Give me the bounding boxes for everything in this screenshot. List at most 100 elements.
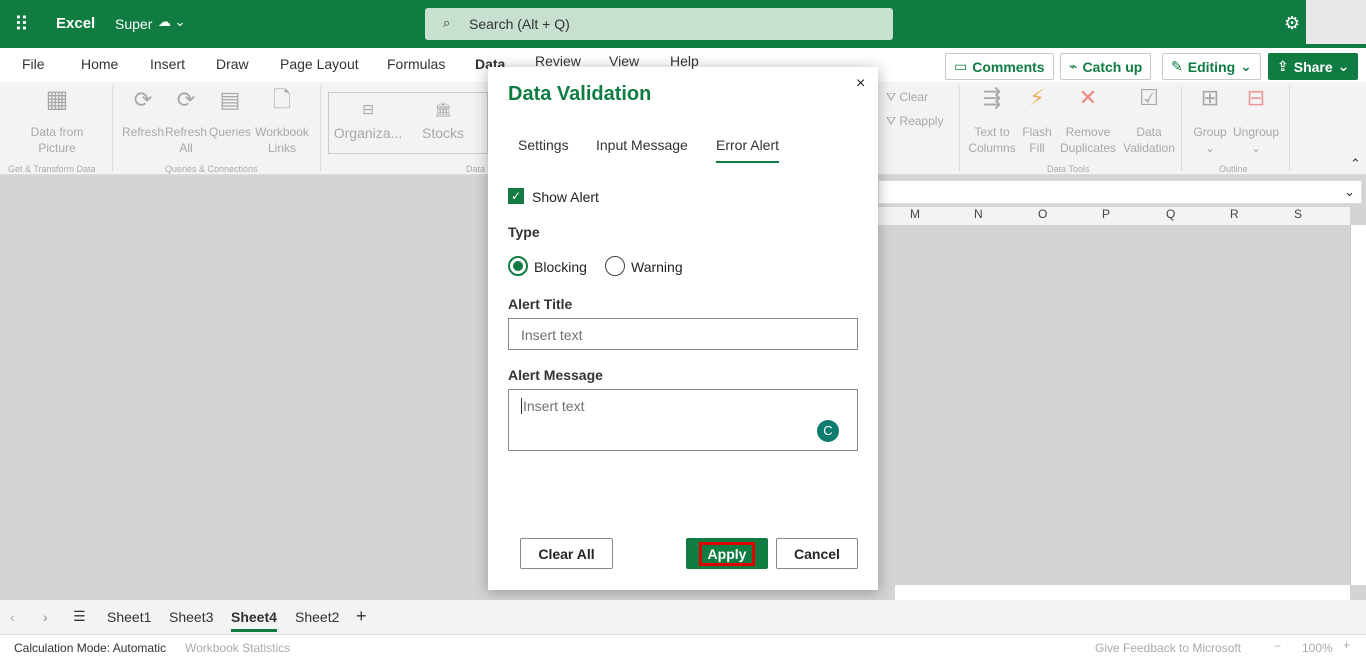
text-to-columns-button[interactable]: ⇶ Text to Columns [966,85,1018,156]
remove-duplicates-icon: ✕ [1078,85,1098,110]
tab-review[interactable]: Review [535,54,581,68]
chevron-down-icon[interactable]: ⌄ [1344,184,1355,200]
tab-insert[interactable]: Insert [150,56,185,72]
gear-icon[interactable]: ⚙ [1284,13,1300,34]
picture-icon: ▦ [45,86,69,113]
text-columns-icon: ⇶ [982,85,1002,110]
group-label: Get & Transform Data [8,164,96,174]
group-button[interactable]: ⊞ Group ⌄ [1190,85,1230,156]
sheet-tab-active[interactable]: Sheet4 [231,609,277,632]
reapply-button[interactable]: ⛛ Reapply [886,113,943,129]
sheet-tab[interactable]: Sheet2 [295,609,339,625]
placeholder: Insert text [521,398,585,414]
zoom-level[interactable]: 100% [1302,641,1333,655]
cancel-button[interactable]: Cancel [776,538,858,569]
blocking-radio[interactable] [508,256,528,276]
organization-button[interactable]: ⊟ Organiza... [333,101,403,141]
search-placeholder: Search (Alt + Q) [469,16,570,32]
vertical-scrollbar[interactable] [1350,225,1366,585]
clear-button[interactable]: ⛛ Clear [886,89,928,105]
alert-title-input[interactable]: Insert text [508,318,858,350]
zoom-out-icon[interactable]: − [1274,639,1281,653]
avatar[interactable] [1306,0,1366,44]
tab-settings[interactable]: Settings [518,137,569,153]
grammarly-icon[interactable]: C [817,420,839,442]
pulse-icon: ⌁ [1069,58,1078,74]
all-sheets-icon[interactable]: ☰ [73,608,86,625]
alert-title-label: Alert Title [508,296,573,312]
flash-fill-button[interactable]: ⚡ Flash Fill [1020,87,1054,156]
app-launcher-icon[interactable]: ⠿ [14,12,29,37]
horizontal-scrollbar[interactable] [895,585,1350,600]
tab-draw[interactable]: Draw [216,56,249,72]
link-icon: 🗋 [273,87,291,112]
calc-mode[interactable]: Calculation Mode: Automatic [14,641,166,655]
label: Reapply [899,114,944,128]
tab-input-message[interactable]: Input Message [596,137,688,153]
formula-bar[interactable]: ⌄ [878,180,1362,204]
warning-radio[interactable] [605,256,625,276]
remove-duplicates-button[interactable]: ✕ Remove Duplicates [1058,85,1118,156]
catchup-button[interactable]: ⌁ Catch up [1060,53,1152,80]
workbook-links-button[interactable]: 🗋 Workbook Links [253,87,311,156]
queries-button[interactable]: ▤ Queries [208,89,252,140]
column-header[interactable]: R [1230,207,1239,221]
data-types-gallery: ⊟ Organiza... 🏛 Stocks [328,92,488,154]
collapse-ribbon-icon[interactable]: ⌃ [1350,156,1361,172]
group-icon: ⊞ [1200,85,1220,110]
tab-help[interactable]: Help [670,54,699,68]
tab-file[interactable]: File [22,56,45,72]
sheet-tab[interactable]: Sheet3 [169,609,213,625]
search-input[interactable]: ⌕ Search (Alt + Q) [425,8,893,40]
reapply-filter-icon: ⛛ [886,114,900,128]
comment-icon: ▭ [954,58,968,74]
column-header[interactable]: Q [1166,207,1175,221]
workbook-statistics[interactable]: Workbook Statistics [185,641,290,655]
label: Remove Duplicates [1059,125,1117,155]
stocks-button[interactable]: 🏛 Stocks [417,101,469,141]
alert-message-input[interactable]: Insert text C [508,389,858,451]
divider [1181,86,1182,171]
sheet-tab[interactable]: Sheet1 [107,609,151,625]
tab-view[interactable]: View [609,54,639,68]
sheet-tabs-bar: ‹ › ☰ Sheet1 Sheet3 Sheet4 Sheet2 + [0,600,1366,634]
tab-home[interactable]: Home [81,56,118,72]
column-header[interactable]: S [1294,207,1302,221]
zoom-in-icon[interactable]: + [1343,638,1350,652]
ungroup-button[interactable]: ⊟ Ungroup ⌄ [1232,87,1280,156]
column-header[interactable]: N [974,207,983,221]
close-icon[interactable]: × [856,75,865,93]
label: Data Validation [1123,125,1175,155]
label: Flash Fill [1022,125,1052,155]
add-sheet-icon[interactable]: + [356,606,367,627]
refresh-icon: ⟳ [133,87,153,112]
catchup-label: Catch up [1082,58,1143,75]
next-sheet-icon[interactable]: › [43,609,48,625]
file-name[interactable]: Super [115,16,152,32]
show-alert-label: Show Alert [532,189,599,205]
tab-formulas[interactable]: Formulas [387,56,445,72]
feedback-link[interactable]: Give Feedback to Microsoft [1095,641,1241,655]
data-from-picture-button[interactable]: ▦ Data from Picture [22,86,92,156]
divider [1289,86,1290,171]
label: Cancel [794,545,840,562]
comments-button[interactable]: ▭ Comments [945,53,1054,80]
chevron-down-icon[interactable]: ☁ ⌄ [158,14,186,30]
editing-label: Editing [1187,58,1236,75]
column-header[interactable]: M [910,207,920,221]
tab-error-alert[interactable]: Error Alert [716,137,780,163]
column-header[interactable]: P [1102,207,1110,221]
group-label: Data Tools [1047,164,1090,174]
tab-page-layout[interactable]: Page Layout [280,56,359,72]
column-header[interactable]: O [1038,207,1047,221]
data-validation-button[interactable]: ☑ Data Validation [1120,87,1178,156]
apply-button[interactable]: Apply [686,538,768,569]
share-button[interactable]: ⇪ Share ⌄ [1268,53,1359,80]
editing-button[interactable]: ✎ Editing ⌄ [1162,53,1261,80]
show-alert-checkbox[interactable]: ✓ [508,188,524,204]
refresh-button[interactable]: ⟳ Refresh [122,87,164,140]
clear-all-button[interactable]: Clear All [520,538,613,569]
prev-sheet-icon[interactable]: ‹ [10,609,15,625]
label: Apply [698,541,756,566]
refresh-all-button[interactable]: ⟳ Refresh All [165,89,207,156]
